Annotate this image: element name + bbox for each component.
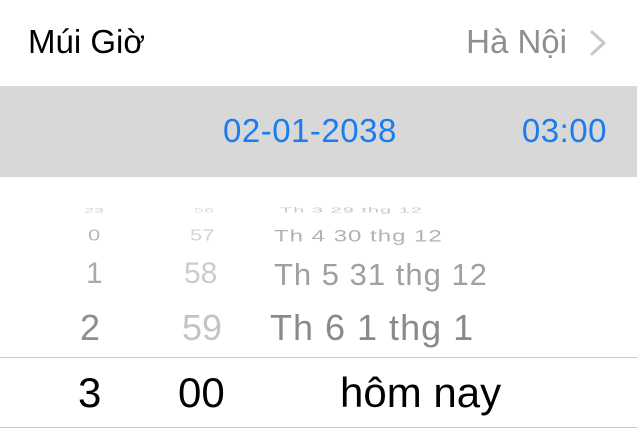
picker-minute-item: 56 bbox=[194, 206, 215, 214]
date-time-picker[interactable]: 23 0 1 2 3 56 57 58 59 00 Th 3 29 thg 12… bbox=[0, 177, 637, 431]
picker-minute-item-selected: 00 bbox=[178, 369, 225, 416]
selected-date[interactable]: 02-01-2038 bbox=[223, 111, 397, 151]
picker-minute-item: 59 bbox=[182, 307, 223, 348]
picker-hour-item-selected: 3 bbox=[78, 369, 102, 416]
picker-hour-item: 23 bbox=[84, 206, 105, 214]
picker-minute-column[interactable]: 56 57 58 59 00 bbox=[178, 177, 280, 431]
picker-minute-item: 57 bbox=[190, 226, 215, 245]
datetime-summary-row: 02-01-2038 03:00 bbox=[0, 86, 637, 177]
picker-hour-item: 2 bbox=[80, 307, 101, 348]
picker-hour-item: 0 bbox=[88, 226, 101, 245]
timezone-value: Hà Nội bbox=[466, 23, 567, 60]
picker-selection-line-top bbox=[0, 357, 637, 358]
selected-time[interactable]: 03:00 bbox=[522, 111, 607, 151]
picker-day-item: Th 3 29 thg 12 bbox=[280, 206, 423, 215]
picker-hour-item: 1 bbox=[86, 257, 103, 290]
chevron-right-icon bbox=[590, 30, 606, 56]
picker-day-item: Th 5 31 thg 12 bbox=[274, 257, 488, 292]
picker-hour-column[interactable]: 23 0 1 2 3 bbox=[0, 177, 180, 431]
timezone-row[interactable]: Múi Giờ Hà Nội bbox=[0, 0, 637, 86]
picker-day-column[interactable]: Th 3 29 thg 12 Th 4 30 thg 12 Th 5 31 th… bbox=[270, 177, 637, 431]
timezone-label: Múi Giờ bbox=[28, 23, 145, 60]
date-time-settings-screen: Múi Giờ Hà Nội 02-01-2038 03:00 23 0 1 2… bbox=[0, 0, 637, 431]
picker-day-item: Th 4 30 thg 12 bbox=[274, 226, 443, 246]
picker-day-item-selected: hôm nay bbox=[340, 369, 502, 416]
picker-day-item: Th 6 1 thg 1 bbox=[270, 307, 475, 348]
picker-minute-item: 58 bbox=[184, 257, 218, 290]
picker-selection-line-bottom bbox=[0, 427, 637, 428]
